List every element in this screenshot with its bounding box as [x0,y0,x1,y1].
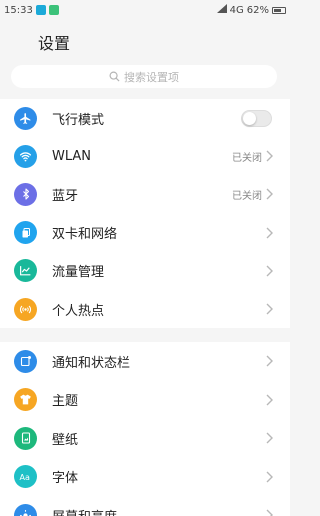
settings-item-hotspot[interactable]: 个人热点 [0,290,290,328]
wifi-icon [14,144,37,168]
settings-item-bluetooth[interactable]: 蓝牙 已关闭 [0,175,290,213]
settings-item-chart[interactable]: 流量管理 [0,252,290,290]
chevron-right-icon [266,227,273,239]
status-text: 已关闭 [232,152,262,164]
settings-item-label: 飞行模式 [52,112,105,128]
page-title: 设置 [38,34,71,53]
brightness-icon [14,503,37,516]
settings-item-label: 字体 [52,471,79,487]
battery-percent: 62% [246,4,269,16]
settings-item-label: 屏幕和亮度 [52,506,117,516]
chevron-right-icon [266,265,273,277]
search-icon [109,71,120,82]
settings-item-sim-card[interactable]: 双卡和网络 [0,214,290,252]
chevron-right-icon [266,303,273,315]
settings-item-label: 蓝牙 [52,188,79,204]
network-type: 4G [229,4,244,16]
settings-item-label: 主题 [52,394,79,410]
theme-icon [14,388,37,412]
settings-item-wallpaper[interactable]: 壁纸 [0,419,290,458]
chart-icon [14,259,37,283]
settings-item-font[interactable]: Aa 字体 [0,458,290,497]
chevron-right-icon [266,432,273,444]
search-placeholder: 搜索设置项 [124,70,179,84]
settings-group-connectivity: 飞行模式 WLAN 已关闭 蓝牙 已关闭 双卡和网络 流量管理 个人热点 [0,99,290,328]
chevron-right-icon [266,188,273,200]
settings-item-label: 个人热点 [52,303,105,319]
airplane-icon [14,106,37,130]
app-notification-icon [48,5,59,15]
hotspot-icon [14,297,37,321]
bluetooth-icon [14,182,37,206]
settings-item-brightness[interactable]: 屏幕和亮度 [0,496,290,516]
signal-icon [216,4,227,16]
settings-item-label: 流量管理 [52,265,105,281]
wallpaper-icon [14,426,37,450]
search-input[interactable]: 搜索设置项 [11,65,277,88]
chevron-right-icon [266,394,273,406]
settings-item-theme[interactable]: 主题 [0,381,290,420]
sim-card-icon [14,221,37,245]
chevron-right-icon [266,471,273,483]
app-notification-icon [35,5,46,15]
settings-item-label: 通知和状态栏 [52,355,131,371]
status-text: 已关闭 [232,190,262,202]
settings-item-airplane[interactable]: 飞行模式 [0,99,290,137]
font-icon: Aa [14,465,37,489]
chevron-right-icon [266,509,273,516]
svg-text:Aa: Aa [19,473,29,482]
airplane-mode-toggle[interactable] [241,109,272,127]
clock-text: 15:33 [4,4,33,16]
settings-item-label: 双卡和网络 [52,227,118,243]
settings-item-notification[interactable]: 通知和状态栏 [0,342,290,381]
settings-item-label: WLAN [52,148,92,164]
chevron-right-icon [266,150,273,162]
chevron-right-icon [266,355,273,367]
settings-item-wifi[interactable]: WLAN 已关闭 [0,137,290,175]
battery-icon [272,6,286,14]
notification-icon [14,349,37,373]
settings-group-display: 通知和状态栏主题壁纸 Aa 字体屏幕和亮度 [0,342,290,516]
status-bar: 15:33 4G 62% [0,0,290,20]
settings-item-label: 壁纸 [52,432,79,448]
